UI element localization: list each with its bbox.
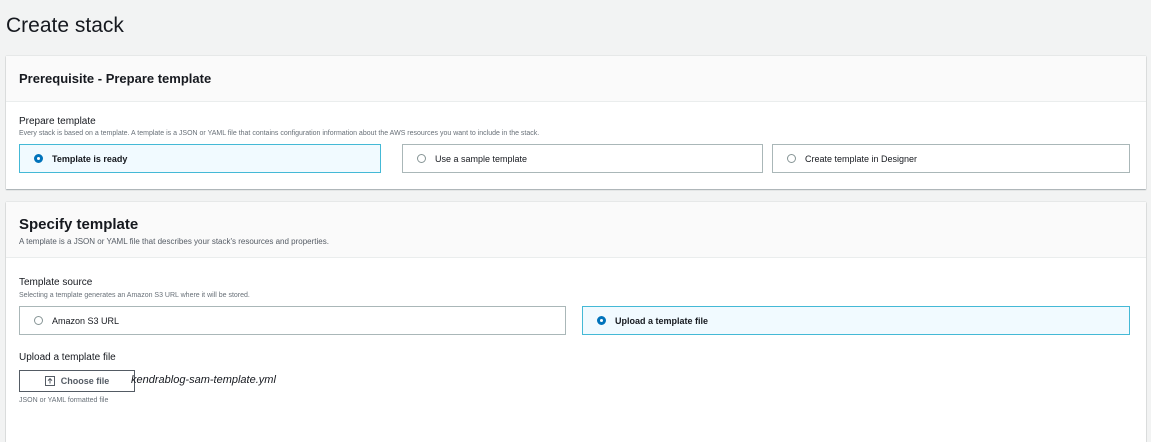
radio-selected-icon xyxy=(597,316,606,325)
upload-label: Upload a template file xyxy=(19,352,116,363)
option-label: Upload a template file xyxy=(615,315,709,326)
prerequisite-header: Prerequisite - Prepare template xyxy=(6,56,1146,102)
specify-template-header: Specify template A template is a JSON or… xyxy=(6,202,1146,258)
choose-file-label: Choose file xyxy=(60,376,110,386)
option-upload-template[interactable]: Upload a template file xyxy=(582,306,1130,335)
option-sample-template[interactable]: Use a sample template xyxy=(402,144,763,173)
radio-selected-icon xyxy=(34,154,43,163)
specify-template-panel: Specify template A template is a JSON or… xyxy=(6,202,1146,442)
option-label: Use a sample template xyxy=(435,153,528,164)
option-label: Create template in Designer xyxy=(805,153,918,164)
template-source-description: Selecting a template generates an Amazon… xyxy=(19,292,250,299)
specify-template-heading: Specify template xyxy=(19,216,139,233)
page-title: Create stack xyxy=(6,14,124,37)
prerequisite-heading: Prerequisite - Prepare template xyxy=(19,71,212,86)
selected-file-name: kendrablog-sam-template.yml xyxy=(131,374,276,386)
radio-unselected-icon xyxy=(787,154,796,163)
prerequisite-panel: Prerequisite - Prepare template Prepare … xyxy=(6,56,1146,189)
prepare-template-label: Prepare template xyxy=(19,116,96,127)
template-source-label: Template source xyxy=(19,277,93,288)
option-designer[interactable]: Create template in Designer xyxy=(772,144,1130,173)
option-label: Amazon S3 URL xyxy=(52,315,120,326)
option-template-ready[interactable]: Template is ready xyxy=(19,144,381,173)
upload-icon xyxy=(44,376,55,386)
option-label: Template is ready xyxy=(52,153,128,164)
radio-unselected-icon xyxy=(417,154,426,163)
prepare-template-description: Every stack is based on a template. A te… xyxy=(19,130,540,137)
file-format-hint: JSON or YAML formatted file xyxy=(19,397,109,404)
radio-unselected-icon xyxy=(34,316,43,325)
option-amazon-s3-url[interactable]: Amazon S3 URL xyxy=(19,306,566,335)
specify-template-description: A template is a JSON or YAML file that d… xyxy=(19,237,329,246)
choose-file-button[interactable]: Choose file xyxy=(19,370,135,392)
